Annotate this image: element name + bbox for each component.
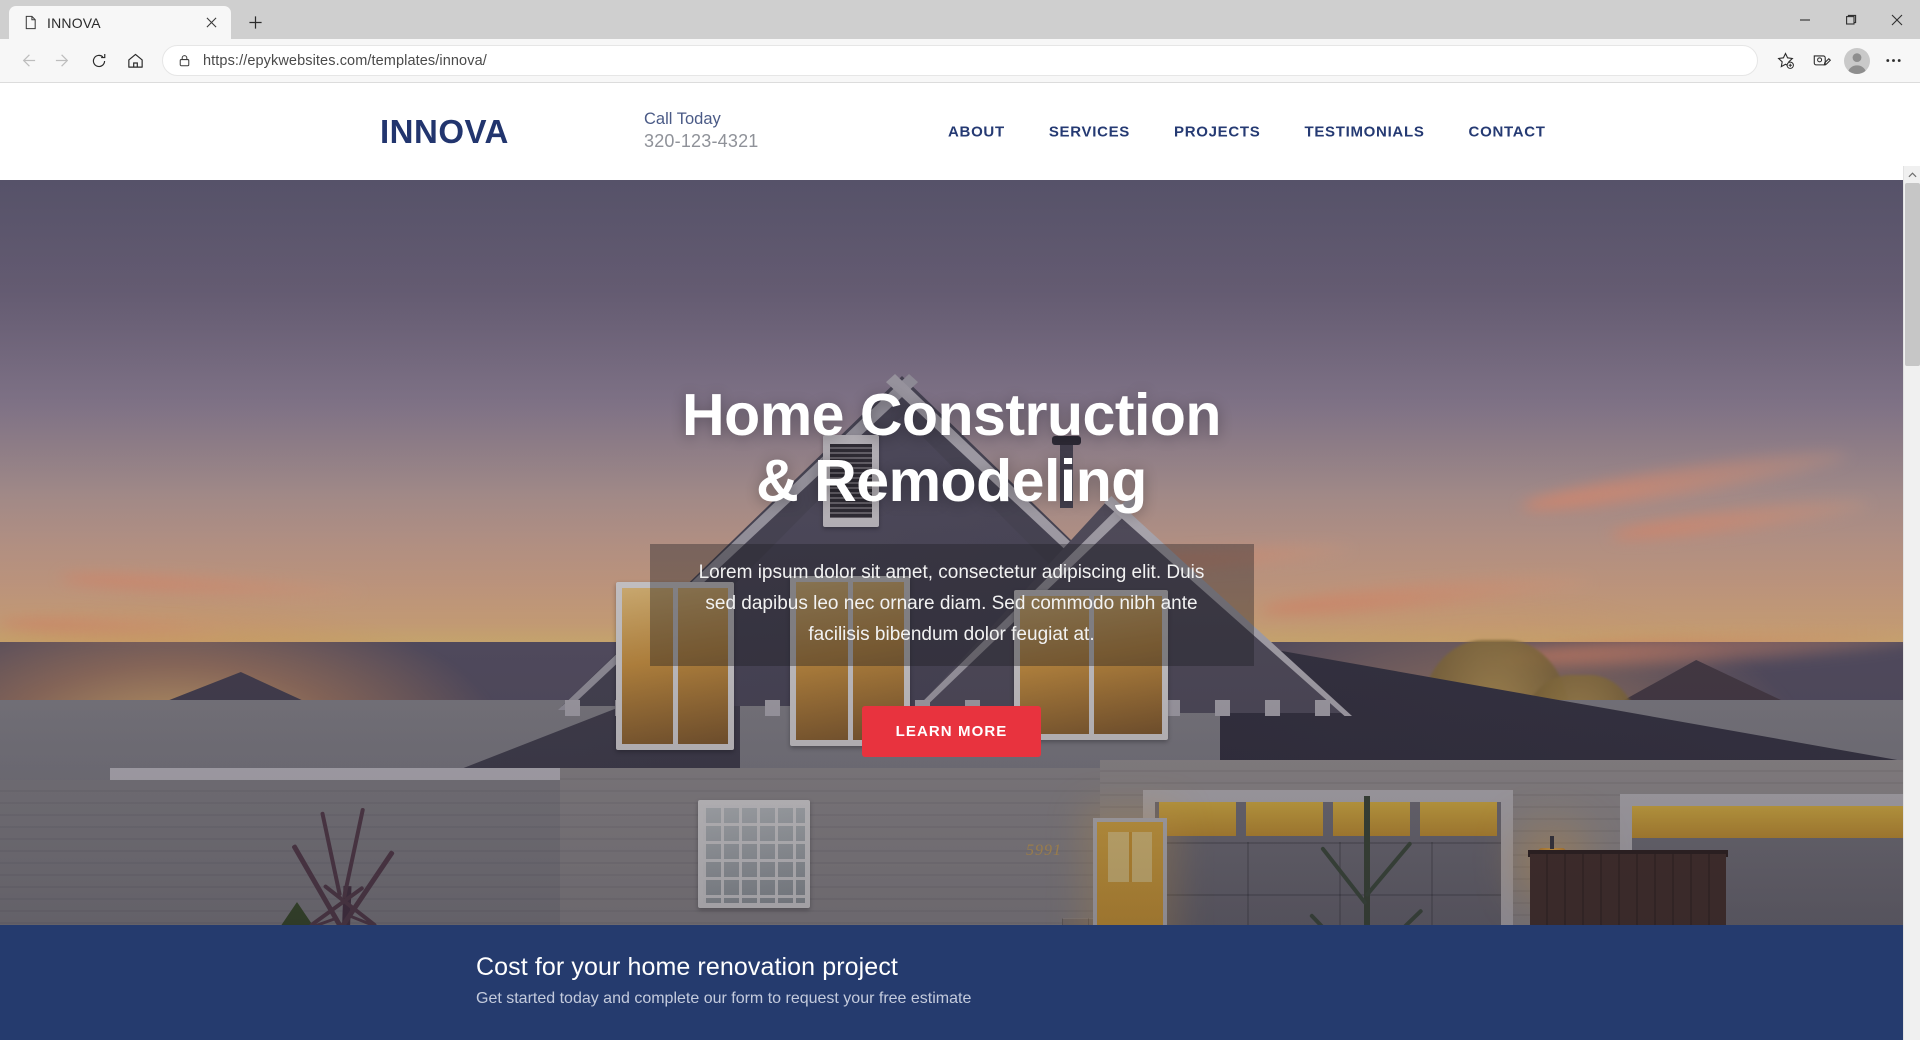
address-bar[interactable]: https://epykwebsites.com/templates/innov… [162, 45, 1758, 76]
hero-content: Home Construction & Remodeling Lorem ips… [0, 180, 1903, 925]
star-add-icon[interactable] [1768, 44, 1802, 78]
site-header: INNOVA Call Today 320-123-4321 ABOUT SER… [0, 83, 1903, 180]
cta-band: Cost for your home renovation project Ge… [0, 925, 1903, 1040]
reload-icon[interactable] [82, 44, 116, 78]
cta-subtitle: Get started today and complete our form … [476, 990, 972, 1007]
page-scrollbar[interactable] [1903, 166, 1920, 1040]
browser-tab[interactable]: INNOVA [9, 6, 231, 39]
collections-icon[interactable] [1804, 44, 1838, 78]
plus-icon[interactable] [238, 7, 272, 37]
web-page: INNOVA Call Today 320-123-4321 ABOUT SER… [0, 83, 1903, 1040]
maximize-icon[interactable] [1828, 0, 1874, 39]
browser-toolbar: https://epykwebsites.com/templates/innov… [0, 39, 1920, 83]
nav-item-contact[interactable]: CONTACT [1469, 123, 1546, 140]
main-navigation: ABOUT SERVICES PROJECTS TESTIMONIALS CON… [948, 123, 1546, 140]
hero-subtitle: Lorem ipsum dolor sit amet, consectetur … [698, 562, 1205, 645]
call-today-label: Call Today [644, 109, 721, 128]
hero-section: 5991 [0, 180, 1903, 925]
hero-subtitle-panel: Lorem ipsum dolor sit amet, consectetur … [649, 544, 1254, 667]
cta-title: Cost for your home renovation project [476, 953, 898, 981]
learn-more-button[interactable]: LEARN MORE [861, 706, 1042, 758]
nav-item-about[interactable]: ABOUT [948, 123, 1005, 140]
arrow-right-icon[interactable] [46, 44, 80, 78]
page-icon [22, 15, 38, 31]
hero-title: Home Construction & Remodeling [682, 382, 1221, 514]
nav-item-testimonials[interactable]: TESTIMONIALS [1304, 123, 1424, 140]
lock-icon [176, 52, 193, 69]
url-text: https://epykwebsites.com/templates/innov… [203, 52, 487, 69]
window-controls [1782, 0, 1920, 39]
nav-item-services[interactable]: SERVICES [1049, 123, 1130, 140]
scroll-up-arrow-icon[interactable] [1904, 166, 1920, 183]
browser-window: INNOVA https://epykwebsites.com/template… [0, 0, 1920, 1040]
home-icon[interactable] [118, 44, 152, 78]
call-today-block: Call Today 320-123-4321 [644, 109, 759, 155]
tab-title: INNOVA [47, 14, 101, 31]
close-icon[interactable] [1874, 0, 1920, 39]
ellipsis-icon[interactable] [1876, 44, 1910, 78]
nav-item-projects[interactable]: PROJECTS [1174, 123, 1260, 140]
profile-avatar-icon[interactable] [1840, 44, 1874, 78]
cta-text-block: Cost for your home renovation project Ge… [476, 953, 971, 1008]
scrollbar-thumb[interactable] [1905, 183, 1920, 366]
hero-title-line-1: Home Construction [682, 382, 1221, 448]
minimize-icon[interactable] [1782, 0, 1828, 39]
tab-strip: INNOVA [0, 0, 1920, 39]
page-viewport: INNOVA Call Today 320-123-4321 ABOUT SER… [0, 83, 1920, 1040]
arrow-left-icon[interactable] [10, 44, 44, 78]
avatar [1844, 47, 1870, 74]
phone-number[interactable]: 320-123-4321 [644, 131, 759, 155]
hero-title-line-2: & Remodeling [756, 448, 1147, 515]
close-icon[interactable] [200, 12, 222, 34]
site-logo[interactable]: INNOVA [380, 113, 509, 151]
